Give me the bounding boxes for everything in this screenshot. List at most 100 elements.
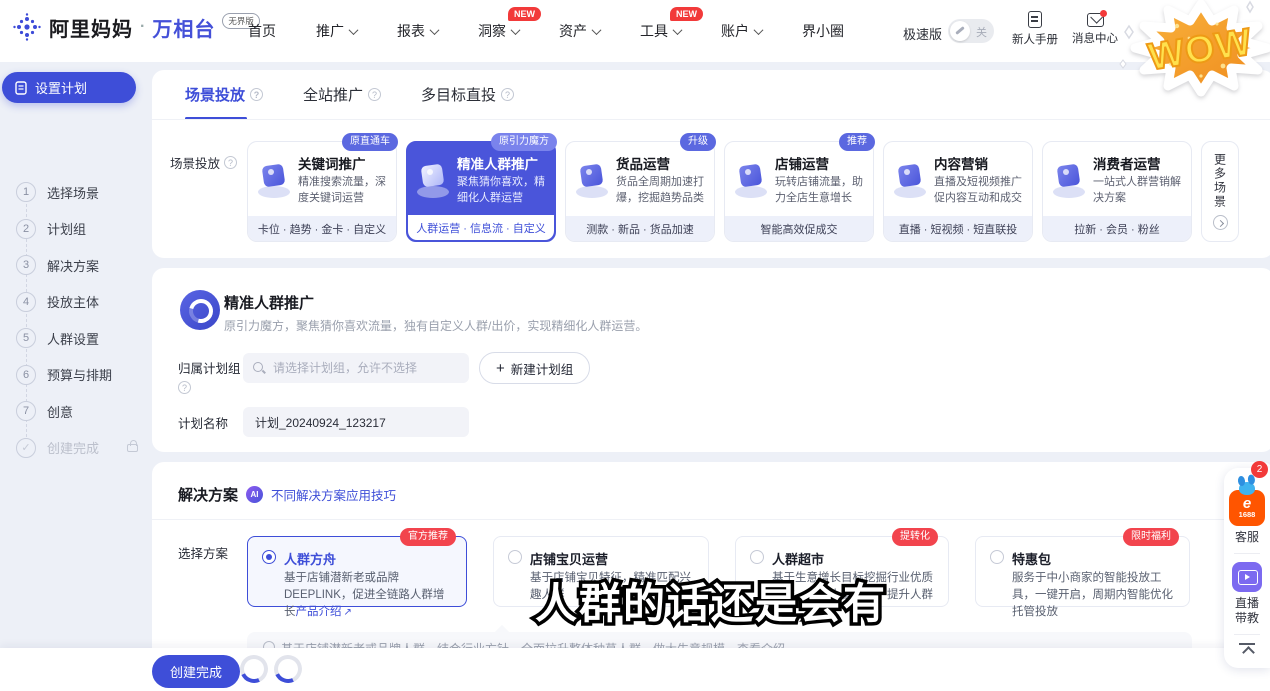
wizard-steps: 1选择场景 2计划组 3解决方案 4投放主体 5人群设置 6预算与排期 7创意 … [16,182,138,458]
notification-count-badge: 2 [1251,461,1268,478]
document-icon [1028,11,1042,28]
nav-item-assets[interactable]: 资产 [559,21,600,41]
step-audience[interactable]: 5人群设置 [16,328,138,348]
new-badge: NEW [670,7,703,21]
help-icon[interactable] [178,381,191,394]
shop-3d-icon [733,163,769,199]
scene-card-consumer[interactable]: 消费者运营 一站式人群营销解决方案 拉新 · 会员 · 粉丝 [1042,141,1192,242]
scene-card-keyword[interactable]: 原直通车 关键词推广 精准搜索流量，深度关键词运营 卡位 · 趋势 · 金卡 ·… [247,141,397,242]
loading-spinner [236,651,272,687]
chevron-down-icon [430,25,440,35]
help-icon[interactable] [224,156,237,169]
radio-unselected[interactable] [508,550,522,564]
ai-icon: AI [246,486,263,503]
new-plan-group-button[interactable]: 新建计划组 [479,352,590,384]
divider [152,119,1270,120]
content-3d-icon [892,163,928,199]
solution-card-special-pack[interactable]: 限时福利 特惠包 服务于中小商家的智能投放工具，一键开启，周期内智能优化托管投放 [975,536,1190,607]
floating-help-widget: 2 1688 客服 直播带教 [1224,468,1270,668]
step-create-complete: ✓ 创建完成 [16,438,138,458]
1688-logo-icon [1243,497,1251,510]
tab-scene-delivery[interactable]: 场景投放 [185,84,263,105]
chevron-down-icon [754,25,764,35]
step-choose-scene[interactable]: 1选择场景 [16,182,138,202]
main-nav: 首页 推广 报表 洞察NEW 资产 工具NEW 账户 界小圈 [248,0,844,62]
solution-header: 解决方案 AI 不同解决方案应用技巧 [178,484,396,505]
sidebar-item-setup-plan[interactable]: 设置计划 [2,72,136,103]
solution-card-audience-ark[interactable]: 官方推荐 人群方舟 基于店铺潜新老或品牌DEEPLINK，促进全链路人群增长产品… [247,536,467,607]
nav-item-home[interactable]: 首页 [248,21,276,41]
consumer-3d-icon [1051,163,1087,199]
section-title: 精准人群推广 [224,292,314,313]
chevron-down-icon [592,25,602,35]
card-badge: 原引力魔方 [491,133,557,151]
app-screen: 阿里妈妈 · 万相台 无界版 首页 推广 报表 洞察NEW 资产 工具NEW 账… [0,0,1270,691]
plan-name-input[interactable] [243,407,469,437]
customer-service-label[interactable]: 客服 [1233,530,1261,545]
scene-card-shop[interactable]: 推荐 店铺运营 玩转店铺流量，助力全店生意增长 智能高效促成交 [724,141,874,242]
nav-item-reports[interactable]: 报表 [397,21,438,41]
scene-panel: 场景投放 全站推广 多目标直投 场景投放 原直通车 关键词推广 精准搜索流量，深… [152,70,1270,258]
check-circle-icon: ✓ [16,438,36,458]
scene-row-label: 场景投放 [170,153,237,172]
step-plan-group[interactable]: 2计划组 [16,219,138,239]
choose-solution-label: 选择方案 [178,543,228,562]
solution-tips-link[interactable]: 不同解决方案应用技巧 [271,485,396,504]
step-budget-schedule[interactable]: 6预算与排期 [16,365,138,385]
goods-3d-icon [574,163,610,199]
express-version-toggle[interactable]: 关 [948,19,994,43]
divider [152,519,1270,520]
section-subtitle: 原引力魔方，聚焦猜你喜欢流量，独有自定义人群/出价，实现精细化人群运营。 [224,317,647,334]
express-version-label: 极速版 [903,24,942,43]
left-sidebar: 设置计划 1选择场景 2计划组 3解决方案 4投放主体 5人群设置 6预算与排期… [0,70,150,690]
back-to-top-button[interactable] [1239,643,1255,658]
scene-card-content[interactable]: 内容营销 直播及短视频推广 促内容互动和成交 直播 · 短视频 · 短直联投 [883,141,1033,242]
step-creative[interactable]: 7创意 [16,401,138,421]
radio-unselected[interactable] [990,550,1004,564]
product-intro-link[interactable]: 产品介绍 [296,606,352,618]
solution-title: 解决方案 [178,484,238,505]
brand-separator: · [140,18,145,36]
scene-card-precise-audience[interactable]: 原引力魔方 精准人群推广 聚焦猜你喜欢，精细化人群运营 人群运营 · 信息流 ·… [406,141,556,242]
plan-group-input[interactable] [243,353,469,383]
radio-unselected[interactable] [750,550,764,564]
scene-card-goods[interactable]: 升级 货品运营 货品全周期加速打爆，挖掘趋势品类 测款 · 新品 · 货品加速 [565,141,715,242]
step-solution[interactable]: 3解决方案 [16,255,138,275]
chevron-down-icon [673,25,683,35]
live-teaching-label[interactable]: 直播带教 [1233,596,1261,626]
mascot-icon [1235,476,1259,496]
nav-item-insights[interactable]: 洞察NEW [478,21,519,41]
plus-icon [496,360,505,377]
keyword-3d-icon [256,163,292,199]
alimama-burst-icon [12,12,42,42]
nav-item-tools[interactable]: 工具NEW [640,21,681,41]
notification-dot [1100,10,1107,17]
radio-selected[interactable] [262,550,276,564]
newbie-handbook-button[interactable]: 新人手册 [1006,11,1064,47]
mail-icon [1087,13,1104,27]
tab-multi-goal-direct[interactable]: 多目标直投 [421,84,514,105]
plan-group-label: 归属计划组 [178,358,241,394]
plan-doc-icon [15,81,27,95]
nav-item-promotion[interactable]: 推广 [316,21,357,41]
toggle-knob-rocket-icon [950,21,970,41]
message-center-button[interactable]: 消息中心 [1066,11,1124,46]
help-icon[interactable] [250,88,263,101]
create-complete-button[interactable]: 创建完成 [152,655,240,688]
scene-card-list: 原直通车 关键词推广 精准搜索流量，深度关键词运营 卡位 · 趋势 · 金卡 ·… [247,141,1239,242]
tab-sitewide-promotion[interactable]: 全站推广 [303,84,381,105]
help-icon[interactable] [501,88,514,101]
card-badge: 升级 [680,133,716,151]
live-teaching-icon[interactable] [1232,562,1262,592]
lock-icon [127,444,138,452]
divider [1234,553,1260,554]
top-navbar: 阿里妈妈 · 万相台 无界版 首页 推广 报表 洞察NEW 资产 工具NEW 账… [0,0,1270,62]
step-target-subject[interactable]: 4投放主体 [16,292,138,312]
more-scenes-button[interactable]: 更多场景 [1201,141,1239,242]
help-icon[interactable] [368,88,381,101]
nav-item-jiexiaoquan[interactable]: 界小圈 [802,21,844,41]
brand-logo[interactable]: 阿里妈妈 · 万相台 无界版 [12,12,260,42]
card-badge: 原直通车 [342,133,398,151]
nav-item-account[interactable]: 账户 [721,21,762,41]
toggle-state-label: 关 [976,24,987,40]
